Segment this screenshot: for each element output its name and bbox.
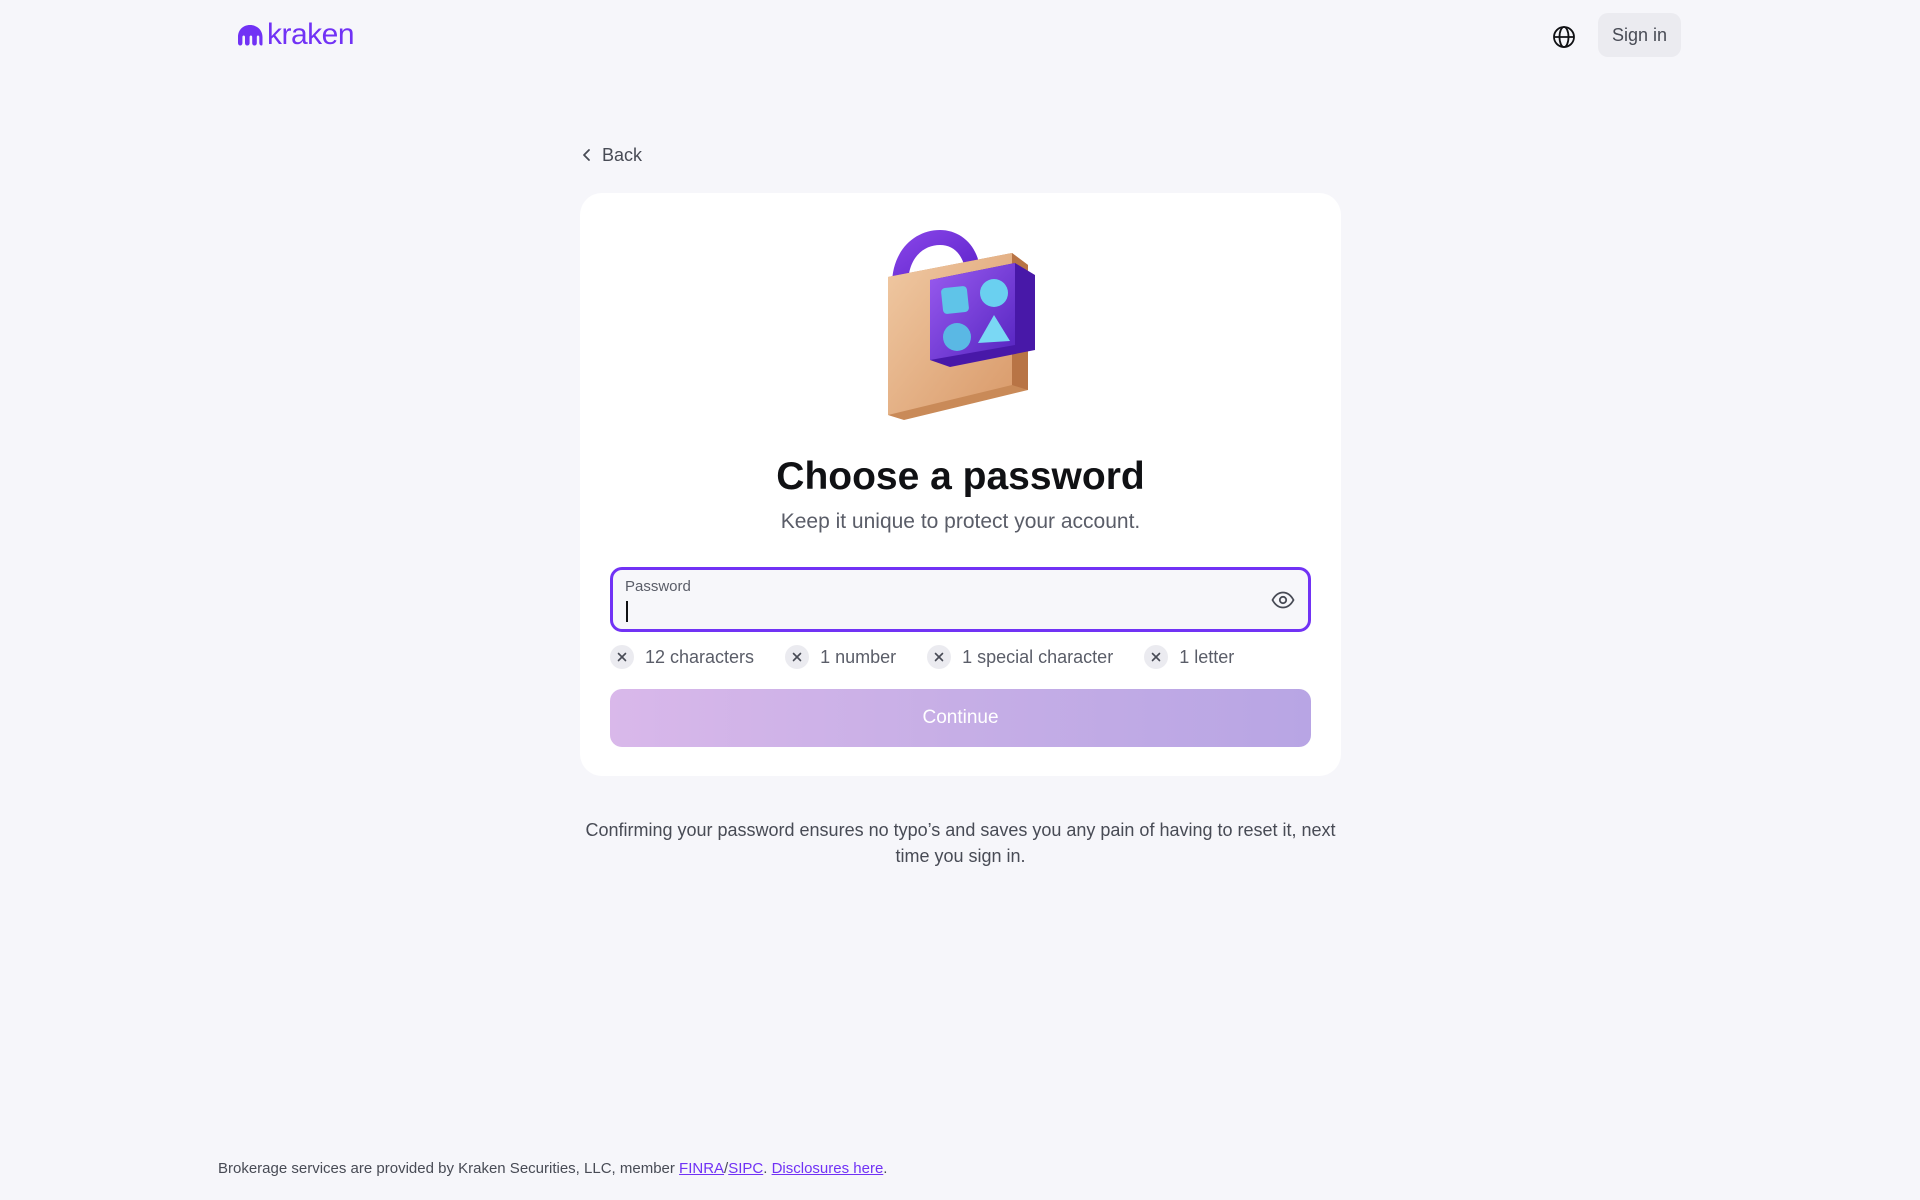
footer-end: . <box>883 1160 888 1177</box>
sipc-link[interactable]: SIPC <box>728 1160 763 1177</box>
requirement-label: 12 characters <box>645 646 755 667</box>
back-link[interactable]: Back <box>582 142 642 168</box>
logo-text: kraken <box>267 18 355 51</box>
disclosures-link[interactable]: Disclosures here <box>772 1160 884 1177</box>
requirement-label: 1 letter <box>1179 646 1235 667</box>
close-icon <box>610 645 634 669</box>
finra-link[interactable]: FINRA <box>679 1160 724 1177</box>
top-header: kraken Sign in <box>0 0 1920 70</box>
close-icon <box>927 645 952 669</box>
show-password-button[interactable] <box>1268 587 1298 613</box>
continue-button[interactable]: Continue <box>610 689 1311 747</box>
kraken-logo-icon <box>238 25 263 46</box>
close-icon <box>1144 645 1169 669</box>
password-field[interactable]: Password <box>610 567 1311 632</box>
back-label: Back <box>602 144 643 165</box>
page-title: Choose a password <box>776 455 1145 498</box>
kraken-logo[interactable]: kraken <box>237 18 355 51</box>
requirement-item: 1 letter <box>1144 645 1234 669</box>
globe-icon <box>1553 26 1575 48</box>
footer-text: Brokerage services are provided by Krake… <box>218 1160 680 1177</box>
password-card: Choose a password Keep it unique to prot… <box>580 193 1341 776</box>
footer-disclaimer: Brokerage services are provided by Krake… <box>218 1160 887 1177</box>
padlock-illustration <box>888 230 1035 420</box>
text-cursor <box>626 601 628 622</box>
requirement-label: 1 special character <box>962 646 1114 667</box>
requirement-item: 1 special character <box>927 645 1113 669</box>
password-requirements: 12 characters 1 number 1 special charact… <box>610 644 1265 670</box>
requirement-item: 12 characters <box>610 645 754 669</box>
requirement-item: 1 number <box>785 645 896 669</box>
requirement-label: 1 number <box>820 646 897 667</box>
footer-dot: . <box>763 1160 772 1177</box>
sign-in-button[interactable]: Sign in <box>1598 13 1681 57</box>
confirmation-note: Confirming your password ensures no typo… <box>585 820 1336 866</box>
password-label: Password <box>625 578 691 595</box>
password-input[interactable] <box>625 599 1245 623</box>
close-icon <box>785 645 810 669</box>
chevron-left-icon <box>583 149 590 161</box>
eye-icon <box>1271 591 1295 609</box>
language-button[interactable] <box>1547 20 1581 54</box>
page-subtitle: Keep it unique to protect your account. <box>780 510 1141 533</box>
